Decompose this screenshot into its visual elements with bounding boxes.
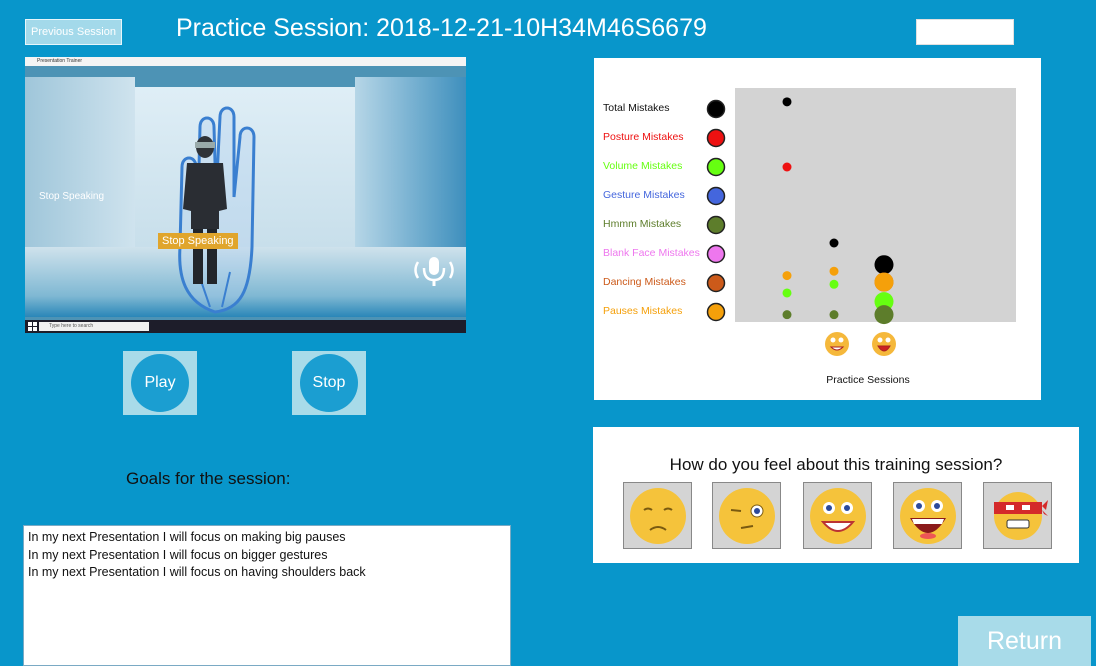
goals-title: Goals for the session: xyxy=(126,469,291,488)
mistakes-chart: Total Mistakes Posture Mistakes Volume Mis… xyxy=(603,88,1016,386)
laughing-face-icon xyxy=(899,487,956,544)
feeling-option-smiling[interactable] xyxy=(803,482,872,549)
legend-label: Total Mistakes xyxy=(603,102,670,114)
video-overlay-text: Stop Speaking xyxy=(39,191,105,202)
x-axis-label: Practice Sessions xyxy=(826,374,909,386)
legend-marker xyxy=(706,215,726,235)
session-face-eye xyxy=(838,337,844,343)
stop-button-label: Stop xyxy=(300,354,358,412)
legend-label: Gesture Mistakes xyxy=(603,189,685,201)
stop-button[interactable]: Stop xyxy=(292,351,366,415)
legend-marker xyxy=(706,244,726,264)
smiling-face-icon xyxy=(809,487,866,544)
goals-textarea[interactable]: In my next Presentation I will focus on … xyxy=(23,525,511,666)
legend-label: Volume Mistakes xyxy=(603,160,682,172)
legend-label: Dancing Mistakes xyxy=(603,276,686,288)
play-button-label: Play xyxy=(131,354,189,412)
data-point xyxy=(782,288,792,298)
legend-marker xyxy=(706,273,726,293)
data-point xyxy=(829,238,839,248)
goal-line: In my next Presentation I will focus on … xyxy=(28,565,366,579)
goal-line: In my next Presentation I will focus on … xyxy=(28,547,328,562)
data-point xyxy=(829,310,839,320)
windows-start-icon xyxy=(28,322,37,331)
video-window-titlebar: Presentation Trainer xyxy=(25,57,466,66)
taskbar-search: Type here to search xyxy=(39,322,149,331)
feeling-option-ninja[interactable] xyxy=(983,482,1052,549)
feedback-badge: Stop Speaking xyxy=(158,233,238,249)
data-point xyxy=(782,310,792,320)
mistakes-chart-panel: Total Mistakes Posture Mistakes Volume Mis… xyxy=(594,58,1041,400)
person-silhouette-icon xyxy=(183,136,227,284)
return-button[interactable]: Return xyxy=(958,616,1091,666)
data-point xyxy=(874,255,894,275)
feelings-panel: How do you feel about this training sess… xyxy=(593,427,1079,563)
play-button[interactable]: Play xyxy=(123,351,197,415)
legend-label: Pauses Mistakes xyxy=(603,305,682,317)
data-point xyxy=(782,97,792,107)
page-title: Practice Session: 2018-12-21-10H34M46S66… xyxy=(176,14,707,42)
feelings-question: How do you feel about this training sess… xyxy=(669,455,1003,474)
legend-marker xyxy=(706,186,726,206)
goal-line: In my next Presentation I will focus on … xyxy=(28,530,346,544)
legend-label: Blank Face Mistakes xyxy=(603,247,700,259)
previous-session-button[interactable]: Previous Session xyxy=(25,19,122,45)
data-point xyxy=(874,305,894,325)
data-point xyxy=(782,271,792,281)
session-face-eye xyxy=(830,337,836,343)
feeling-option-laughing[interactable] xyxy=(893,482,962,549)
legend-marker xyxy=(706,128,726,148)
ninja-face-icon xyxy=(993,491,1048,540)
data-point xyxy=(874,272,894,292)
data-point xyxy=(782,162,792,172)
feeling-option-sad[interactable] xyxy=(623,482,692,549)
session-face-icon xyxy=(825,332,849,356)
legend-marker xyxy=(706,302,726,322)
session-face-eye xyxy=(877,337,883,343)
legend-marker xyxy=(706,157,726,177)
sad-face-icon xyxy=(629,487,686,544)
chart-plot-area xyxy=(735,88,1016,322)
data-point xyxy=(829,279,839,289)
session-face-eye xyxy=(885,337,891,343)
skeptical-face-icon xyxy=(718,487,775,544)
video-feed: Presentation Trainer Stop Speaking Stop … xyxy=(25,57,466,333)
data-point xyxy=(829,266,839,276)
microphone-icon xyxy=(414,257,454,286)
feeling-option-skeptical[interactable] xyxy=(712,482,781,549)
legend-label: Posture Mistakes xyxy=(603,131,684,143)
legend-marker xyxy=(706,99,726,119)
session-face-icon xyxy=(872,332,896,356)
legend-label: Hmmm Mistakes xyxy=(603,218,681,230)
next-session-button[interactable] xyxy=(916,19,1014,45)
